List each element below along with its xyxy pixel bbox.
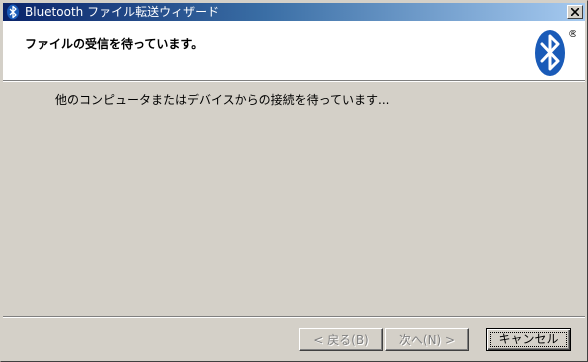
bluetooth-logo: ® xyxy=(532,27,578,77)
cancel-button[interactable]: キャンセル xyxy=(486,328,571,351)
registered-mark: ® xyxy=(568,29,576,40)
focus-rect xyxy=(490,332,567,347)
wizard-header: ファイルの受信を待っています。 ® xyxy=(3,21,585,80)
back-button[interactable]: < 戻る(B) xyxy=(299,328,383,351)
bluetooth-icon xyxy=(6,4,20,20)
close-button[interactable] xyxy=(567,5,583,19)
wizard-window: Bluetooth ファイル転送ウィザード ファイルの受信を待っています。 ® … xyxy=(0,0,588,362)
close-icon xyxy=(571,8,579,16)
page-title: ファイルの受信を待っています。 xyxy=(25,37,204,51)
title-bar[interactable]: Bluetooth ファイル転送ウィザード xyxy=(3,3,585,21)
footer-divider-highlight xyxy=(3,317,585,318)
status-message: 他のコンピュータまたはデバイスからの接続を待っています... xyxy=(55,93,390,107)
window-title: Bluetooth ファイル転送ウィザード xyxy=(25,5,220,19)
header-divider-highlight xyxy=(3,81,585,82)
next-button[interactable]: 次へ(N) > xyxy=(385,328,469,351)
